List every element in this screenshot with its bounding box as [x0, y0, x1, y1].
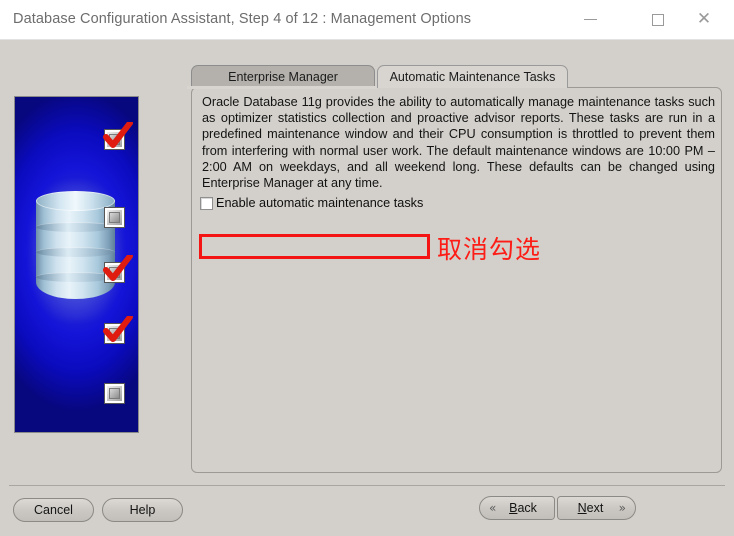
chevron-right-icon: »	[618, 501, 626, 515]
help-button[interactable]: Help	[102, 498, 183, 522]
chevron-left-icon: «	[489, 501, 497, 515]
annotation-text: 取消勾选	[437, 235, 542, 264]
splash-graphic	[14, 96, 139, 433]
splash-checkbox-2	[105, 208, 124, 227]
tab-enterprise-manager[interactable]: Enterprise Manager	[191, 65, 375, 87]
checkbox-box[interactable]	[200, 196, 213, 210]
description-text: Oracle Database 11g provides the ability…	[202, 95, 715, 191]
next-button[interactable]: Next »	[557, 496, 636, 520]
splash-checkbox-5	[105, 384, 124, 403]
tab-automatic-maintenance-tasks[interactable]: Automatic Maintenance Tasks	[377, 65, 568, 88]
back-button[interactable]: « Back	[479, 496, 555, 520]
minimize-icon	[567, 0, 613, 39]
tab-panel-seam	[187, 86, 377, 89]
maximize-button[interactable]	[635, 0, 681, 39]
close-button[interactable]: ✕	[681, 0, 727, 39]
help-button-label: Help	[129, 503, 156, 517]
tab-strip: Enterprise Manager Automatic Maintenance…	[191, 65, 722, 88]
window-title: Database Configuration Assistant, Step 4…	[13, 11, 472, 27]
tab-automatic-maintenance-tasks-label: Automatic Maintenance Tasks	[389, 70, 556, 84]
minimize-button[interactable]	[567, 0, 613, 39]
footer-separator	[9, 485, 725, 486]
back-button-label: Back	[509, 501, 537, 515]
next-button-label: Next	[577, 501, 604, 515]
checkbox-label: Enable automatic maintenance tasks	[216, 196, 424, 210]
splash-checkbox-3	[105, 263, 124, 282]
dialog-body: Enterprise Manager Automatic Maintenance…	[0, 40, 734, 536]
tab-enterprise-manager-label: Enterprise Manager	[228, 69, 338, 84]
cancel-button-label: Cancel	[34, 503, 73, 517]
cancel-button[interactable]: Cancel	[13, 498, 94, 522]
close-icon: ✕	[696, 9, 712, 29]
title-bar: Database Configuration Assistant, Step 4…	[0, 0, 734, 40]
splash-checkbox-1	[105, 130, 124, 149]
dca-window: Database Configuration Assistant, Step 4…	[0, 0, 734, 536]
splash-checkbox-4	[105, 324, 124, 343]
maximize-icon	[635, 0, 681, 39]
database-cylinder-icon	[36, 191, 115, 307]
enable-automatic-maintenance-tasks-checkbox[interactable]: Enable automatic maintenance tasks	[200, 196, 423, 210]
content-panel: Oracle Database 11g provides the ability…	[191, 87, 722, 473]
